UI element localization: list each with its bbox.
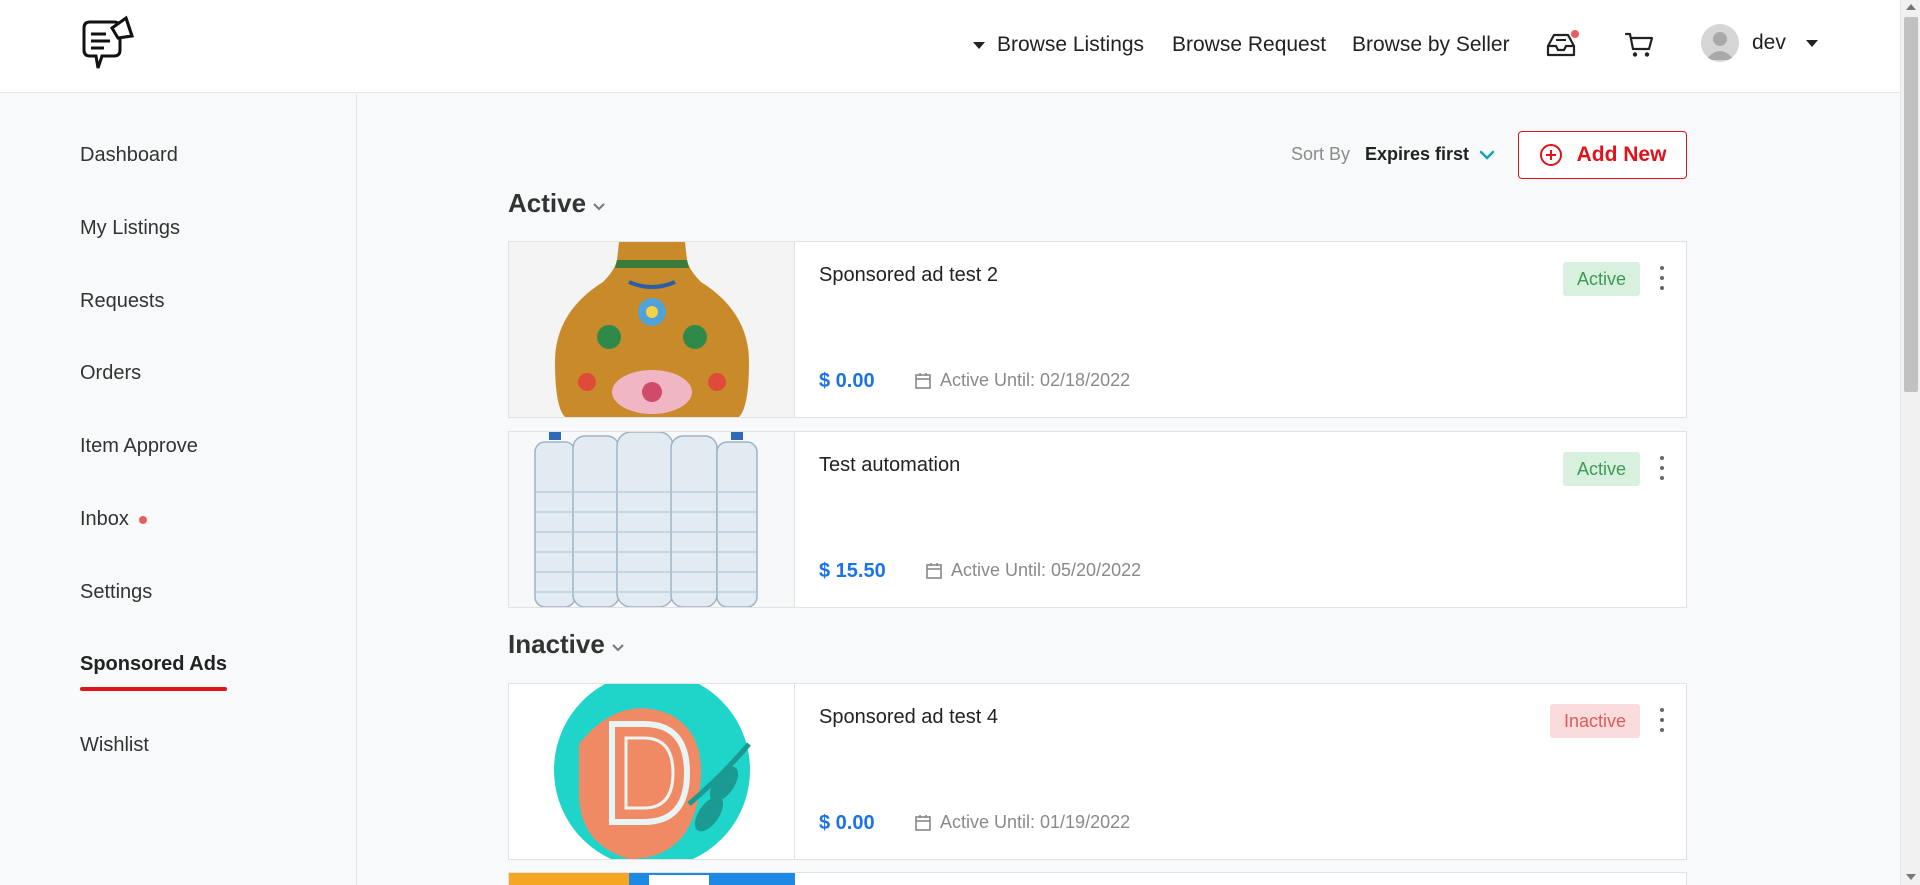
- sidebar-item-label: Item Approve: [80, 435, 198, 457]
- cart-icon: [1624, 32, 1654, 57]
- sidebar-item-dashboard[interactable]: Dashboard: [80, 144, 178, 167]
- ad-title[interactable]: Sponsored ad test 4: [819, 706, 998, 729]
- chevron-down-icon: [612, 643, 624, 651]
- ad-card[interactable]: Sponsored ad test 2 $ 0.00 Active Until:…: [508, 241, 1687, 418]
- ad-card[interactable]: Sponsored ad test 4 $ 0.00 Active Until:…: [508, 683, 1687, 860]
- sidebar-item-orders[interactable]: Orders: [80, 362, 141, 385]
- sidebar: Dashboard My Listings Requests Orders It…: [0, 94, 357, 885]
- inbox-button[interactable]: [1543, 28, 1579, 62]
- ad-title[interactable]: Test automation: [819, 454, 960, 477]
- sidebar-item-settings[interactable]: Settings: [80, 581, 152, 604]
- calendar-icon: [915, 814, 931, 831]
- chevron-down-icon: [1479, 150, 1495, 160]
- calendar-icon: [915, 372, 931, 389]
- sidebar-item-sponsored-ads[interactable]: Sponsored Ads: [80, 653, 228, 691]
- nav-browse-by-seller-label: Browse by Seller: [1352, 33, 1510, 56]
- scrollbar-thumb[interactable]: [1904, 17, 1918, 392]
- caret-down-icon: [1805, 39, 1818, 47]
- avatar: [1701, 24, 1739, 62]
- cart-button[interactable]: [1621, 28, 1657, 62]
- nav-browse-listings-label: Browse Listings: [997, 33, 1145, 56]
- section-title: Active: [508, 188, 587, 218]
- page-scrollbar[interactable]: [1900, 0, 1920, 885]
- water-bottles-image: [509, 432, 794, 607]
- more-options-icon[interactable]: [1658, 708, 1666, 732]
- ad-card[interactable]: [508, 872, 1687, 885]
- sidebar-item-label: My Listings: [80, 217, 181, 239]
- ad-expiry-text: Active Until: 02/18/2022: [940, 370, 1131, 390]
- nav-browse-request-label: Browse Request: [1172, 33, 1327, 56]
- notification-dot: [1571, 30, 1579, 38]
- sort-label: Sort By: [1291, 144, 1351, 164]
- user-menu[interactable]: dev: [1701, 24, 1818, 62]
- ad-expiry: Active Until: 05/20/2022: [925, 560, 1141, 581]
- sidebar-item-label: Dashboard: [80, 144, 178, 166]
- sidebar-item-inbox[interactable]: Inbox: [80, 508, 147, 531]
- caret-down-icon: [973, 41, 985, 49]
- d-logo-image: [509, 684, 794, 859]
- plus-circle-icon: [1539, 144, 1562, 166]
- ad-expiry-text: Active Until: 01/19/2022: [940, 812, 1131, 832]
- ad-expiry-text: Active Until: 05/20/2022: [951, 560, 1142, 580]
- ad-card[interactable]: Test automation $ 15.50 Active Until: 05…: [508, 431, 1687, 608]
- ad-price: $ 15.50: [819, 560, 886, 582]
- add-new-label: Add New: [1576, 143, 1667, 166]
- calendar-icon: [926, 562, 942, 579]
- status-badge: Inactive: [1549, 704, 1640, 738]
- chevron-down-icon: [593, 202, 605, 210]
- more-options-icon[interactable]: [1658, 456, 1666, 480]
- ad-price: $ 0.00: [819, 812, 875, 834]
- nav-browse-listings[interactable]: Browse Listings: [973, 30, 1144, 60]
- ad-thumbnail[interactable]: [509, 873, 795, 885]
- sidebar-item-my-listings[interactable]: My Listings: [80, 217, 180, 240]
- logo-icon[interactable]: [76, 14, 138, 78]
- ad-expiry: Active Until: 02/18/2022: [914, 370, 1130, 391]
- status-badge: Active: [1562, 452, 1640, 486]
- status-badge: Active: [1562, 262, 1640, 296]
- section-toggle-inactive[interactable]: Inactive: [508, 629, 625, 660]
- user-name: dev: [1752, 31, 1786, 54]
- ad-thumbnail[interactable]: [509, 432, 795, 607]
- sidebar-item-label: Requests: [80, 290, 165, 312]
- vase-image: [509, 242, 794, 417]
- add-new-button[interactable]: Add New: [1518, 131, 1687, 179]
- active-indicator: [80, 687, 227, 691]
- sort-dropdown[interactable]: Expires first: [1365, 144, 1495, 165]
- sidebar-item-label: Orders: [80, 362, 142, 384]
- unread-dot: [138, 515, 147, 524]
- nav-browse-request[interactable]: Browse Request: [1172, 30, 1326, 60]
- ad-price: $ 0.00: [819, 370, 875, 392]
- section-title: Inactive: [508, 629, 605, 659]
- ad-expiry: Active Until: 01/19/2022: [914, 812, 1130, 833]
- scroll-down-arrow-icon[interactable]: [1906, 874, 1916, 880]
- nav-browse-by-seller[interactable]: Browse by Seller: [1352, 30, 1510, 60]
- sidebar-item-requests[interactable]: Requests: [80, 290, 165, 313]
- sort-value: Expires first: [1365, 144, 1470, 164]
- top-header: Browse Listings Browse Request Browse by…: [0, 0, 1900, 93]
- sidebar-item-wishlist[interactable]: Wishlist: [80, 734, 149, 757]
- ad-thumbnail[interactable]: [509, 242, 795, 417]
- sidebar-item-label: Sponsored Ads: [80, 653, 228, 675]
- section-toggle-active[interactable]: Active: [508, 188, 606, 219]
- sidebar-item-item-approve[interactable]: Item Approve: [80, 435, 198, 458]
- sidebar-item-label: Inbox: [80, 508, 129, 530]
- ad-thumbnail[interactable]: [509, 684, 795, 859]
- sidebar-item-label: Wishlist: [80, 734, 149, 756]
- scroll-up-arrow-icon[interactable]: [1906, 4, 1916, 10]
- ad-title[interactable]: Sponsored ad test 2: [819, 264, 998, 287]
- sidebar-item-label: Settings: [80, 581, 153, 603]
- more-options-icon[interactable]: [1658, 266, 1666, 290]
